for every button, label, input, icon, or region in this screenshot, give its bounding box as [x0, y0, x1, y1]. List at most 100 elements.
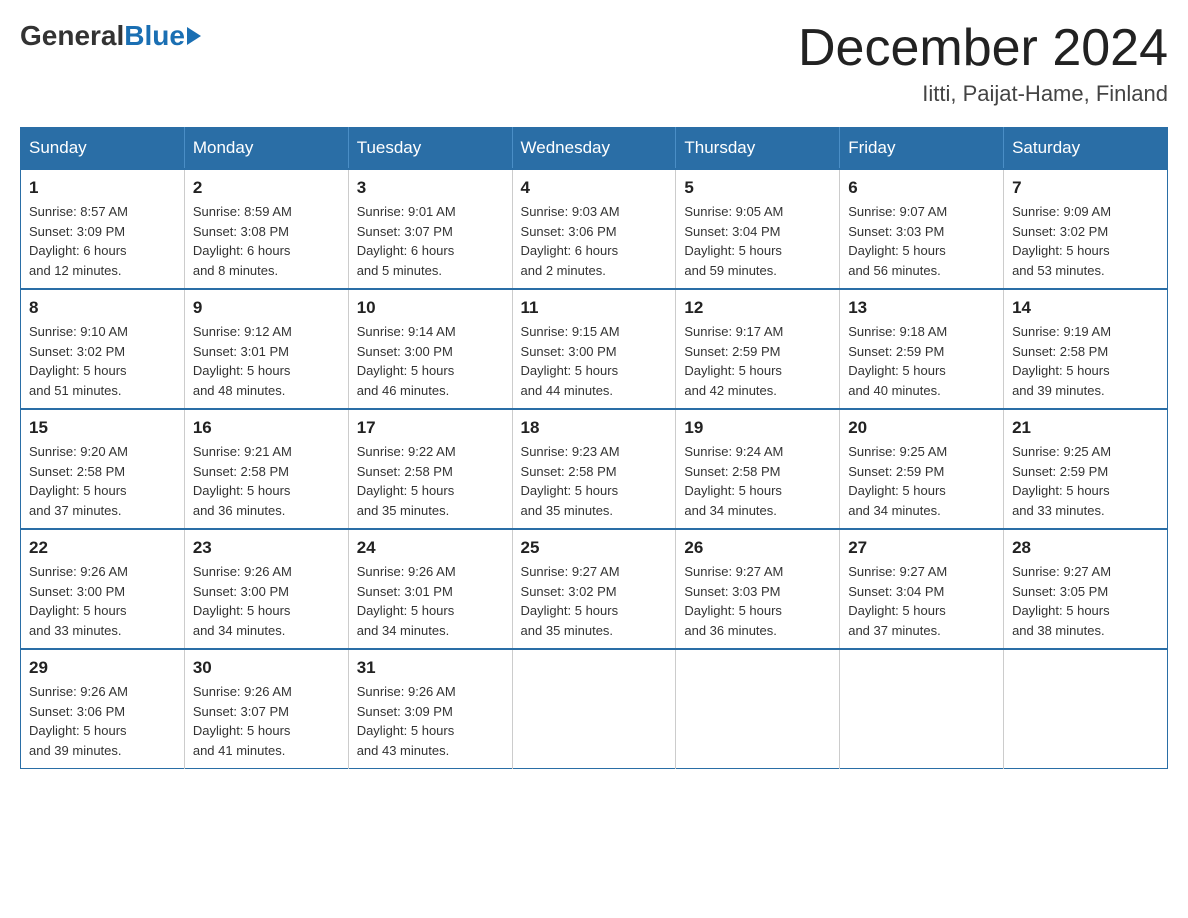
day-info: Sunrise: 9:22 AMSunset: 2:58 PMDaylight:… [357, 442, 504, 520]
calendar-cell: 26Sunrise: 9:27 AMSunset: 3:03 PMDayligh… [676, 529, 840, 649]
weekday-header-wednesday: Wednesday [512, 128, 676, 170]
day-number: 4 [521, 178, 668, 198]
day-info: Sunrise: 9:26 AMSunset: 3:09 PMDaylight:… [357, 682, 504, 760]
calendar-cell: 18 Sunrise: 9:23 AMSunset: 2:58 PMDayligh… [512, 409, 676, 529]
day-info: Sunrise: 9:18 AMSunset: 2:59 PMDaylight:… [848, 322, 995, 400]
calendar-table: SundayMondayTuesdayWednesdayThursdayFrid… [20, 127, 1168, 769]
day-info: Sunrise: 9:07 AMSunset: 3:03 PMDaylight:… [848, 202, 995, 280]
weekday-header-tuesday: Tuesday [348, 128, 512, 170]
calendar-cell: 15Sunrise: 9:20 AMSunset: 2:58 PMDayligh… [21, 409, 185, 529]
calendar-week-row: 15Sunrise: 9:20 AMSunset: 2:58 PMDayligh… [21, 409, 1168, 529]
calendar-week-row: 29 Sunrise: 9:26 AMSunset: 3:06 PMDayligh… [21, 649, 1168, 769]
calendar-cell: 21 Sunrise: 9:25 AMSunset: 2:59 PMDayligh… [1004, 409, 1168, 529]
day-number: 28 [1012, 538, 1159, 558]
day-number: 31 [357, 658, 504, 678]
day-number: 7 [1012, 178, 1159, 198]
calendar-cell: 29 Sunrise: 9:26 AMSunset: 3:06 PMDayligh… [21, 649, 185, 769]
day-info: Sunrise: 8:57 AMSunset: 3:09 PMDaylight:… [29, 202, 176, 280]
weekday-header-saturday: Saturday [1004, 128, 1168, 170]
calendar-cell: 20 Sunrise: 9:25 AMSunset: 2:59 PMDayligh… [840, 409, 1004, 529]
calendar-week-row: 8Sunrise: 9:10 AMSunset: 3:02 PMDaylight… [21, 289, 1168, 409]
calendar-cell [840, 649, 1004, 769]
calendar-cell: 5 Sunrise: 9:05 AMSunset: 3:04 PMDaylight… [676, 169, 840, 289]
day-number: 27 [848, 538, 995, 558]
day-number: 12 [684, 298, 831, 318]
calendar-cell: 16Sunrise: 9:21 AMSunset: 2:58 PMDayligh… [184, 409, 348, 529]
day-number: 30 [193, 658, 340, 678]
day-info: Sunrise: 9:01 AMSunset: 3:07 PMDaylight:… [357, 202, 504, 280]
calendar-cell: 4Sunrise: 9:03 AMSunset: 3:06 PMDaylight… [512, 169, 676, 289]
calendar-cell: 11Sunrise: 9:15 AMSunset: 3:00 PMDayligh… [512, 289, 676, 409]
day-number: 10 [357, 298, 504, 318]
day-info: Sunrise: 9:26 AMSunset: 3:00 PMDaylight:… [29, 562, 176, 640]
day-info: Sunrise: 9:23 AMSunset: 2:58 PMDaylight:… [521, 442, 668, 520]
day-number: 2 [193, 178, 340, 198]
calendar-cell [1004, 649, 1168, 769]
calendar-week-row: 1 Sunrise: 8:57 AMSunset: 3:09 PMDaylight… [21, 169, 1168, 289]
calendar-cell [512, 649, 676, 769]
day-info: Sunrise: 9:15 AMSunset: 3:00 PMDaylight:… [521, 322, 668, 400]
day-info: Sunrise: 9:19 AMSunset: 2:58 PMDaylight:… [1012, 322, 1159, 400]
calendar-cell: 27 Sunrise: 9:27 AMSunset: 3:04 PMDayligh… [840, 529, 1004, 649]
calendar-cell: 31 Sunrise: 9:26 AMSunset: 3:09 PMDayligh… [348, 649, 512, 769]
calendar-cell: 28Sunrise: 9:27 AMSunset: 3:05 PMDayligh… [1004, 529, 1168, 649]
calendar-cell: 22Sunrise: 9:26 AMSunset: 3:00 PMDayligh… [21, 529, 185, 649]
day-number: 14 [1012, 298, 1159, 318]
logo-area: General Blue [20, 20, 201, 52]
weekday-header-row: SundayMondayTuesdayWednesdayThursdayFrid… [21, 128, 1168, 170]
day-info: Sunrise: 9:26 AMSunset: 3:07 PMDaylight:… [193, 682, 340, 760]
day-info: Sunrise: 9:14 AMSunset: 3:00 PMDaylight:… [357, 322, 504, 400]
logo-blue-text: Blue [124, 20, 185, 52]
day-info: Sunrise: 9:27 AMSunset: 3:04 PMDaylight:… [848, 562, 995, 640]
day-number: 29 [29, 658, 176, 678]
day-number: 15 [29, 418, 176, 438]
calendar-week-row: 22Sunrise: 9:26 AMSunset: 3:00 PMDayligh… [21, 529, 1168, 649]
calendar-cell: 19Sunrise: 9:24 AMSunset: 2:58 PMDayligh… [676, 409, 840, 529]
calendar-cell: 2 Sunrise: 8:59 AMSunset: 3:08 PMDaylight… [184, 169, 348, 289]
weekday-header-thursday: Thursday [676, 128, 840, 170]
day-info: Sunrise: 9:25 AMSunset: 2:59 PMDaylight:… [1012, 442, 1159, 520]
day-number: 17 [357, 418, 504, 438]
calendar-cell: 1 Sunrise: 8:57 AMSunset: 3:09 PMDaylight… [21, 169, 185, 289]
weekday-header-sunday: Sunday [21, 128, 185, 170]
calendar-cell: 9 Sunrise: 9:12 AMSunset: 3:01 PMDaylight… [184, 289, 348, 409]
calendar-cell: 13 Sunrise: 9:18 AMSunset: 2:59 PMDayligh… [840, 289, 1004, 409]
calendar-body: 1 Sunrise: 8:57 AMSunset: 3:09 PMDaylight… [21, 169, 1168, 769]
calendar-cell: 7 Sunrise: 9:09 AMSunset: 3:02 PMDaylight… [1004, 169, 1168, 289]
day-info: Sunrise: 9:12 AMSunset: 3:01 PMDaylight:… [193, 322, 340, 400]
header: General Blue December 2024 Iitti, Paijat… [20, 20, 1168, 107]
day-info: Sunrise: 9:24 AMSunset: 2:58 PMDaylight:… [684, 442, 831, 520]
calendar-cell: 3 Sunrise: 9:01 AMSunset: 3:07 PMDaylight… [348, 169, 512, 289]
day-info: Sunrise: 9:27 AMSunset: 3:03 PMDaylight:… [684, 562, 831, 640]
calendar-cell: 8Sunrise: 9:10 AMSunset: 3:02 PMDaylight… [21, 289, 185, 409]
day-info: Sunrise: 9:27 AMSunset: 3:02 PMDaylight:… [521, 562, 668, 640]
day-number: 13 [848, 298, 995, 318]
day-number: 21 [1012, 418, 1159, 438]
day-info: Sunrise: 9:10 AMSunset: 3:02 PMDaylight:… [29, 322, 176, 400]
location-subtitle: Iitti, Paijat-Hame, Finland [798, 81, 1168, 107]
day-number: 3 [357, 178, 504, 198]
calendar-cell: 24Sunrise: 9:26 AMSunset: 3:01 PMDayligh… [348, 529, 512, 649]
month-year-title: December 2024 [798, 20, 1168, 77]
day-number: 18 [521, 418, 668, 438]
day-info: Sunrise: 8:59 AMSunset: 3:08 PMDaylight:… [193, 202, 340, 280]
day-number: 6 [848, 178, 995, 198]
calendar-cell: 6 Sunrise: 9:07 AMSunset: 3:03 PMDaylight… [840, 169, 1004, 289]
day-number: 20 [848, 418, 995, 438]
day-info: Sunrise: 9:09 AMSunset: 3:02 PMDaylight:… [1012, 202, 1159, 280]
logo-blue-part: Blue [124, 20, 201, 52]
day-number: 5 [684, 178, 831, 198]
day-info: Sunrise: 9:25 AMSunset: 2:59 PMDaylight:… [848, 442, 995, 520]
day-info: Sunrise: 9:26 AMSunset: 3:06 PMDaylight:… [29, 682, 176, 760]
calendar-cell: 12Sunrise: 9:17 AMSunset: 2:59 PMDayligh… [676, 289, 840, 409]
calendar-cell: 25Sunrise: 9:27 AMSunset: 3:02 PMDayligh… [512, 529, 676, 649]
day-number: 1 [29, 178, 176, 198]
day-number: 9 [193, 298, 340, 318]
calendar-header: SundayMondayTuesdayWednesdayThursdayFrid… [21, 128, 1168, 170]
calendar-cell: 10 Sunrise: 9:14 AMSunset: 3:00 PMDayligh… [348, 289, 512, 409]
day-info: Sunrise: 9:05 AMSunset: 3:04 PMDaylight:… [684, 202, 831, 280]
calendar-cell: 17 Sunrise: 9:22 AMSunset: 2:58 PMDayligh… [348, 409, 512, 529]
day-info: Sunrise: 9:21 AMSunset: 2:58 PMDaylight:… [193, 442, 340, 520]
day-info: Sunrise: 9:26 AMSunset: 3:01 PMDaylight:… [357, 562, 504, 640]
calendar-cell: 30 Sunrise: 9:26 AMSunset: 3:07 PMDayligh… [184, 649, 348, 769]
